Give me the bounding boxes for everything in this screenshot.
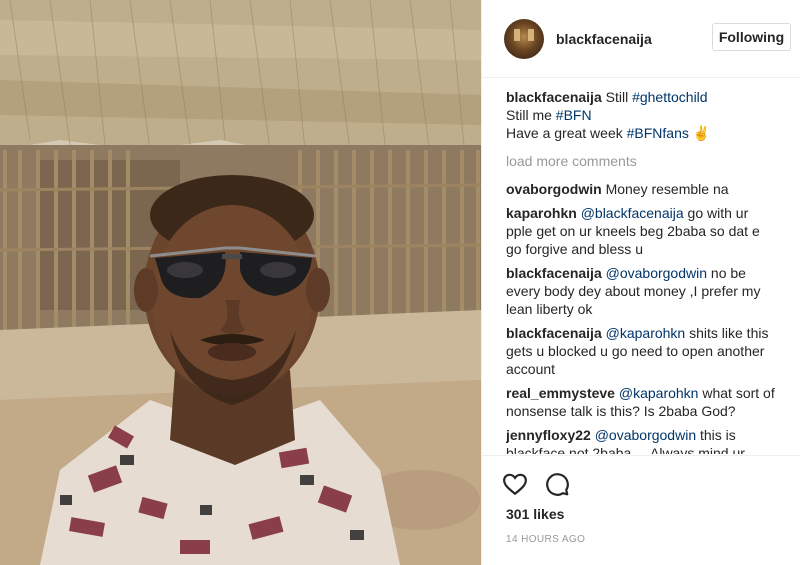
comment-text: Money resemble na [605, 181, 729, 197]
post-photo[interactable] [0, 0, 481, 565]
post-header: blackfacenaija Following [482, 0, 800, 78]
hashtag-link[interactable]: #ghettochild [632, 89, 708, 105]
action-icons [502, 464, 781, 504]
caption-text: Still [605, 89, 633, 105]
hashtag-link[interactable]: #BFN [556, 107, 592, 123]
following-button[interactable]: Following [712, 23, 791, 51]
heart-icon[interactable] [502, 471, 528, 497]
mention-link[interactable]: @ovaborgodwin [606, 265, 707, 281]
comments-list[interactable]: blackfacenaija Still #ghettochild Still … [506, 88, 778, 454]
caption-username[interactable]: blackfacenaija [506, 89, 602, 105]
comment-username[interactable]: jennyfloxy22 [506, 427, 591, 443]
avatar[interactable] [504, 18, 544, 59]
comment-bubble-icon[interactable] [544, 471, 570, 497]
comment-item: kaparohkn @blackfacenaija go with ur ppl… [506, 204, 778, 258]
mention-link[interactable]: @blackfacenaija [581, 205, 684, 221]
comment-item: blackfacenaija @kaparohkn shits like thi… [506, 324, 778, 378]
selfie-image [0, 0, 481, 565]
comment-username[interactable]: kaparohkn [506, 205, 577, 221]
hashtag-link[interactable]: #BFNfans [627, 125, 689, 141]
instagram-post: blackfacenaija Following blackfacenaija … [0, 0, 800, 565]
comment-username[interactable]: real_emmysteve [506, 385, 615, 401]
comment-username[interactable]: blackfacenaija [506, 325, 602, 341]
comment-item: ovaborgodwin Money resemble na [506, 180, 778, 198]
caption-text: Still me [506, 107, 556, 123]
post-actions: 301 likes 14 HOURS AGO [482, 455, 800, 545]
avatar-decoration [528, 28, 534, 41]
header-username[interactable]: blackfacenaija [556, 31, 652, 47]
post-timestamp[interactable]: 14 HOURS AGO [502, 534, 781, 545]
comment-item: jennyfloxy22 @ovaborgodwin this is black… [506, 426, 778, 454]
mention-link[interactable]: @kaparohkn [606, 325, 686, 341]
mention-link[interactable]: @kaparohkn [619, 385, 699, 401]
load-more-comments-link[interactable]: load more comments [506, 152, 778, 170]
post-side-panel: blackfacenaija Following blackfacenaija … [481, 0, 800, 565]
comment-username[interactable]: blackfacenaija [506, 265, 602, 281]
likes-count[interactable]: 301 likes [502, 506, 781, 522]
comment-item: real_emmysteve @kaparohkn what sort of n… [506, 384, 778, 420]
mention-link[interactable]: @ovaborgodwin [595, 427, 696, 443]
caption: blackfacenaija Still #ghettochild Still … [506, 88, 778, 142]
victory-hand-icon: ✌ [692, 125, 711, 141]
caption-text: Have a great week [506, 125, 627, 141]
comment-username[interactable]: ovaborgodwin [506, 181, 602, 197]
comment-item: blackfacenaija @ovaborgodwin no be every… [506, 264, 778, 318]
avatar-decoration [514, 28, 520, 41]
